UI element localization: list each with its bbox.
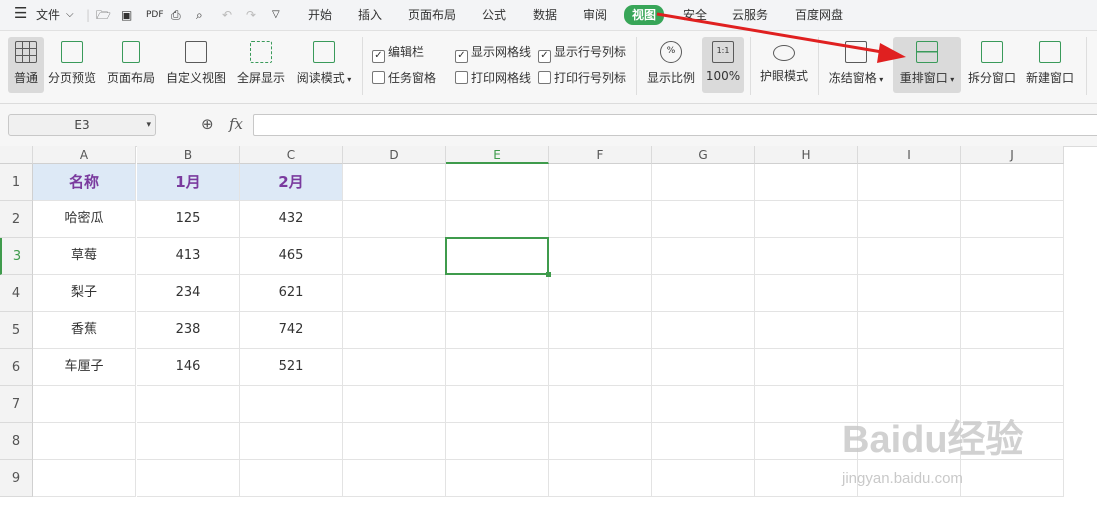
baidu-watermark-url: jingyan.baidu.com [842, 470, 963, 487]
baidu-watermark-logo: Baidu经验 [842, 419, 1024, 461]
